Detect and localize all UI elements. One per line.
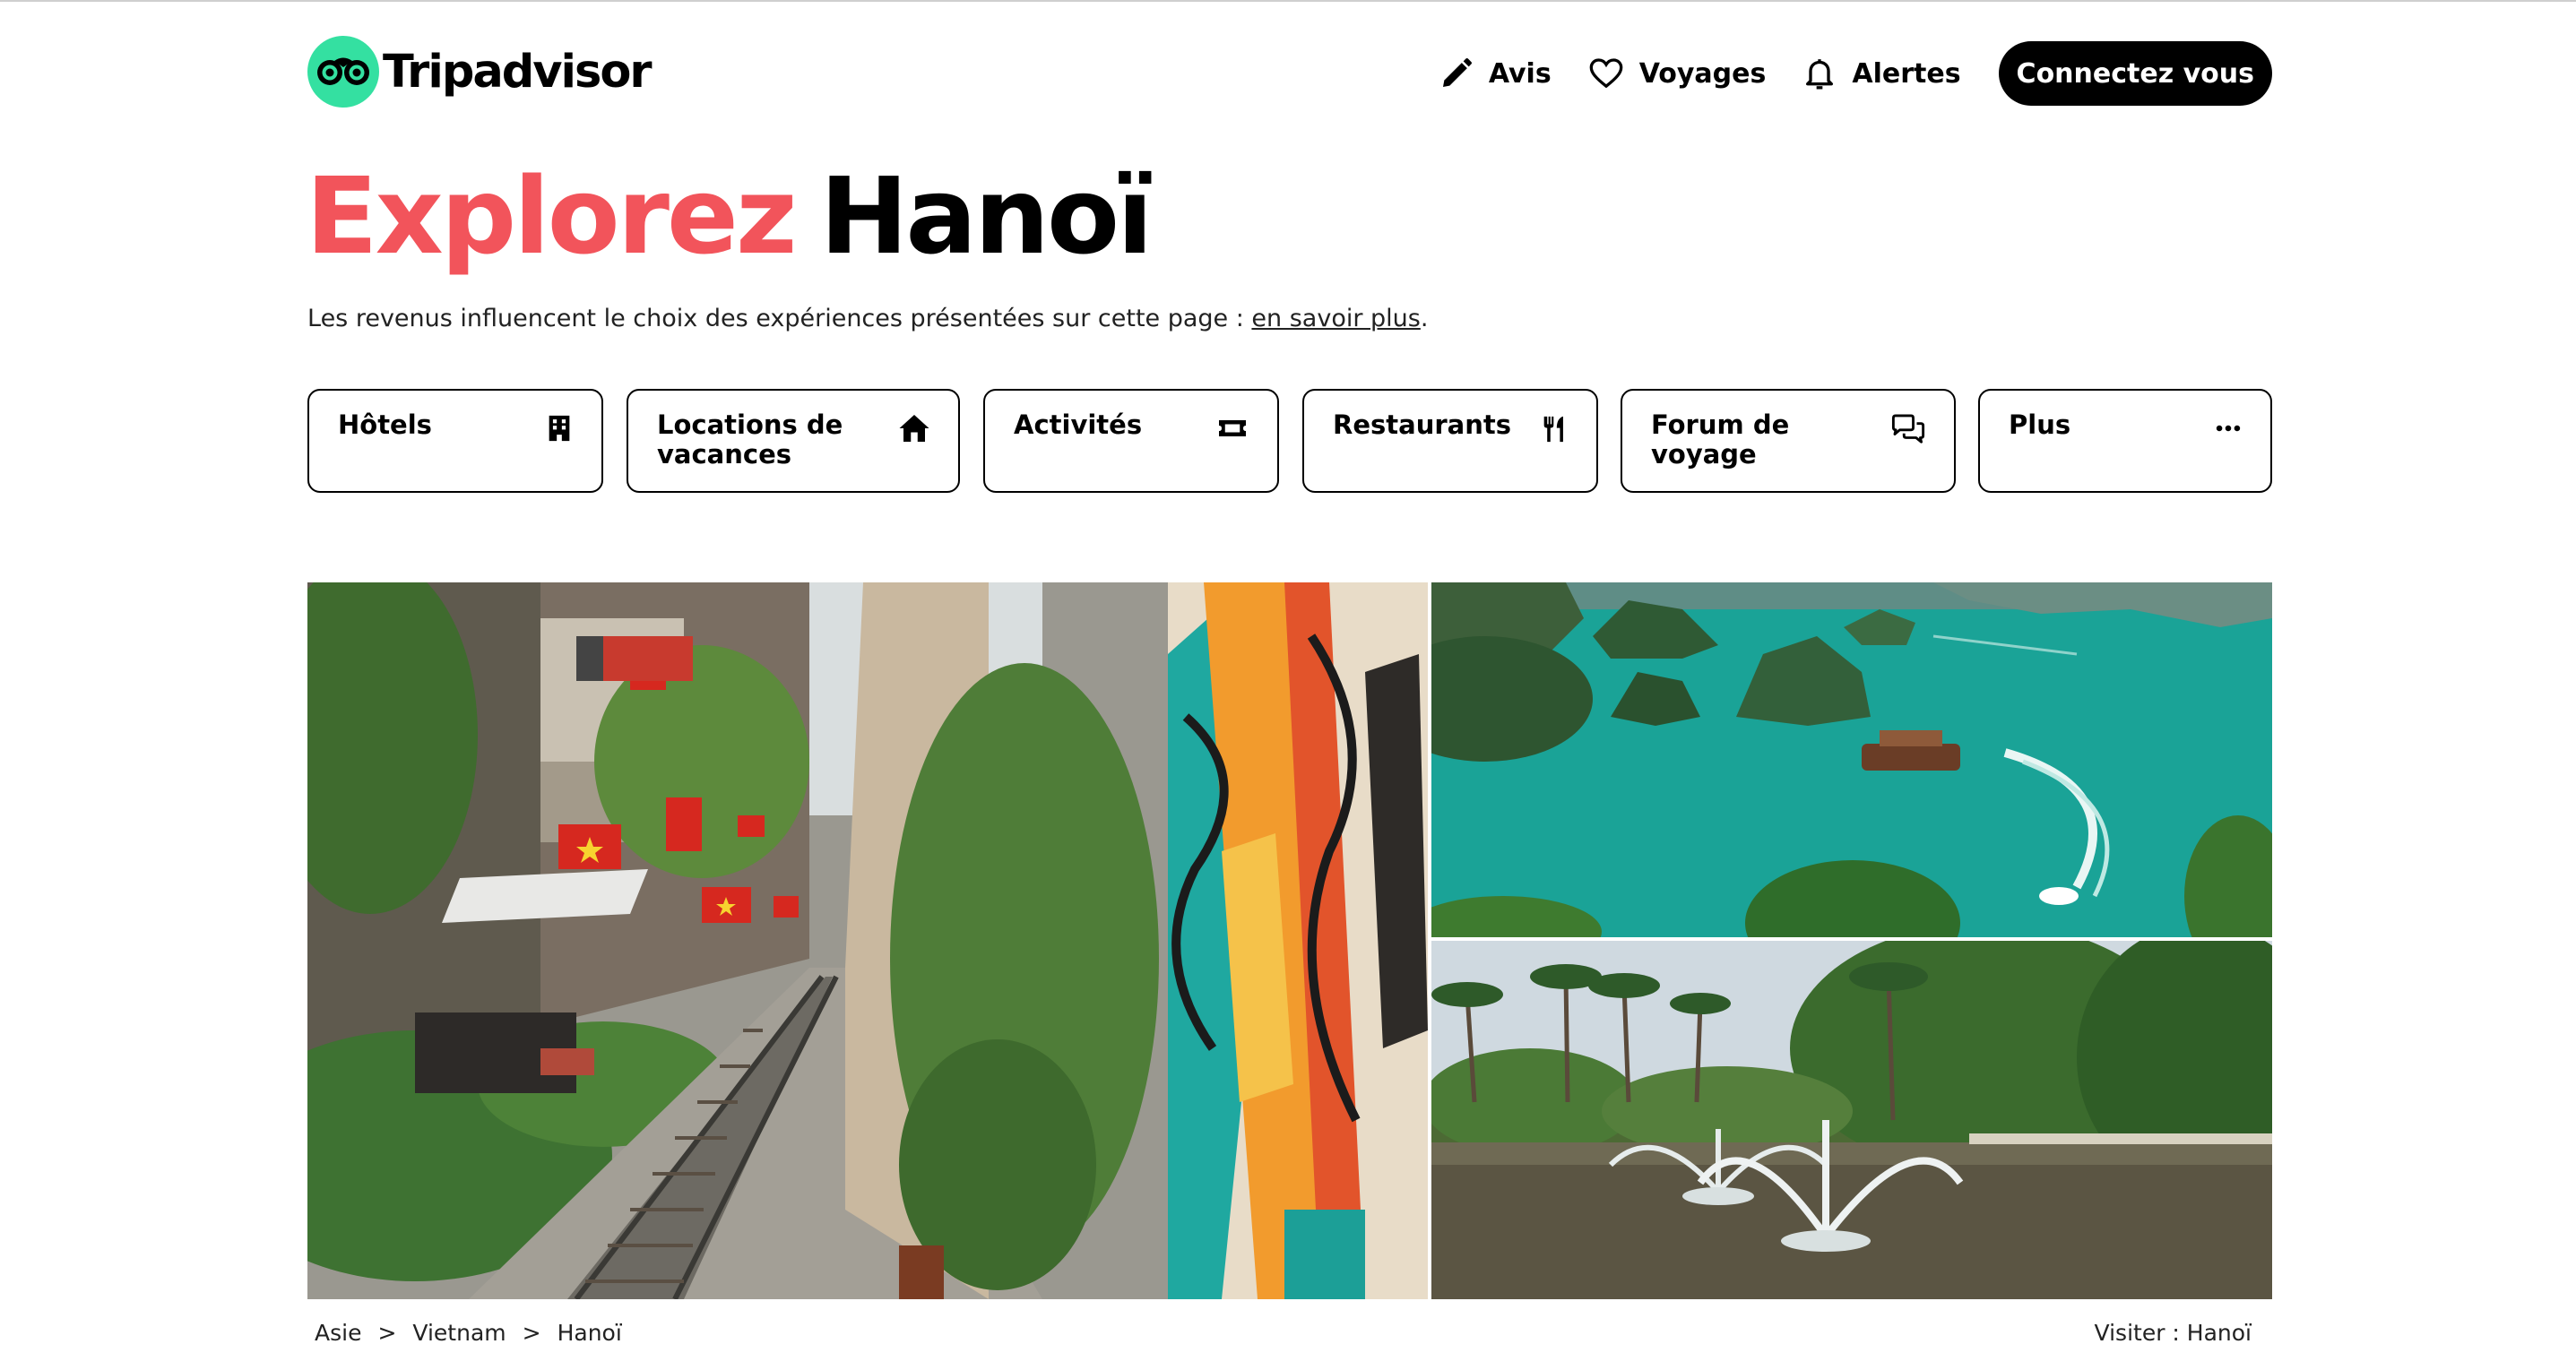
owl-logo-icon	[307, 36, 379, 108]
breadcrumb-item-vietnam[interactable]: Vietnam	[412, 1320, 506, 1346]
window-top-edge	[0, 0, 2576, 2]
visit-hanoi-link[interactable]: Visiter : Hanoï	[2095, 1320, 2252, 1346]
bell-icon	[1806, 59, 1834, 90]
category-hotels[interactable]: Hôtels	[307, 389, 603, 493]
category-vacation-rentals[interactable]: Locations de vacances	[627, 389, 960, 493]
revenue-disclaimer: Les revenus influencent le choix des exp…	[307, 305, 1428, 332]
category-label: Forum de voyage	[1651, 409, 1790, 470]
category-label: Restaurants	[1333, 409, 1511, 440]
more-dots-icon	[2216, 425, 2241, 432]
category-more[interactable]: Plus	[1978, 389, 2272, 493]
breadcrumb-separator: >	[522, 1320, 541, 1346]
nav-alerts[interactable]: Alertes	[1784, 41, 1978, 106]
home-icon	[899, 415, 929, 442]
nav-reviews-label: Avis	[1488, 57, 1552, 90]
category-label: Hôtels	[338, 409, 432, 440]
brand-name: Tripadvisor	[383, 45, 653, 99]
breadcrumb-item-asia[interactable]: Asie	[315, 1320, 361, 1346]
heart-icon	[1589, 58, 1623, 89]
nav-trips-label: Voyages	[1638, 57, 1767, 90]
breadcrumb-separator: >	[377, 1320, 397, 1346]
photo-train-street[interactable]	[307, 582, 1428, 1299]
nav-reviews[interactable]: Avis	[1421, 41, 1569, 106]
photo-park-fountains[interactable]	[1431, 941, 2272, 1299]
disclaimer-text: Les revenus influencent le choix des exp…	[307, 305, 1252, 332]
nav-trips[interactable]: Voyages	[1569, 41, 1785, 106]
category-activities[interactable]: Activités	[983, 389, 1279, 493]
destination-photo-collage	[307, 582, 2272, 1299]
pencil-icon	[1442, 58, 1472, 87]
fork-knife-icon	[1543, 416, 1563, 443]
category-travel-forum[interactable]: Forum de voyage	[1621, 389, 1956, 493]
breadcrumb-item-hanoi: Hanoï	[557, 1320, 622, 1346]
disclaimer-end: .	[1420, 305, 1429, 332]
top-nav: Avis Voyages Alertes Connectez vous	[1421, 41, 2272, 106]
breadcrumb: Asie > Vietnam > Hanoï	[315, 1320, 622, 1346]
learn-more-link[interactable]: en savoir plus	[1251, 305, 1420, 332]
chat-bubbles-icon	[1891, 414, 1925, 444]
page-title-accent: Explorez	[306, 154, 798, 278]
page-title-city: Hanoï	[819, 154, 1154, 278]
hotel-icon	[549, 415, 570, 442]
page-title: Explorez Hanoï	[306, 154, 1154, 278]
nav-alerts-label: Alertes	[1852, 57, 1961, 90]
tripadvisor-logo[interactable]: Tripadvisor	[307, 35, 653, 108]
category-label: Locations de vacances	[657, 409, 843, 470]
category-restaurants[interactable]: Restaurants	[1302, 389, 1598, 493]
login-button[interactable]: Connectez vous	[1998, 41, 2272, 106]
photo-ha-long-bay[interactable]	[1431, 582, 2272, 937]
category-label: Plus	[2009, 409, 2071, 440]
category-label: Activités	[1014, 409, 1143, 440]
ticket-icon	[1219, 420, 1246, 436]
